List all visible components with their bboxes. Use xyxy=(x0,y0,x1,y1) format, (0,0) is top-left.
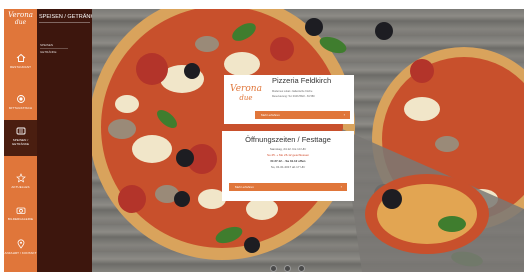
brand-logo[interactable]: Verona due xyxy=(6,11,35,33)
rail-item-label: Aktuelles xyxy=(11,185,30,189)
brand-name: Verona xyxy=(8,11,33,19)
button-label: Mehr erfahren xyxy=(235,185,254,189)
slider-dot[interactable] xyxy=(298,265,305,272)
icon-rail: Verona due Restaurant Mittagstisch Speis… xyxy=(4,9,37,272)
hours-line-open: Di 27.12. - Sa 31.12 offen xyxy=(270,159,306,163)
more-button-pizzeria[interactable]: Mehr erfahren › xyxy=(255,111,350,119)
hours-line: So, 01.01.2017 ab 17 Uhr xyxy=(270,165,306,169)
hours-line: Samstag, 24.12. bis 14 Uhr xyxy=(269,147,307,151)
rail-item-label: Restaurant xyxy=(9,65,32,69)
page: Verona due Restaurant Mittagstisch Speis… xyxy=(0,0,528,277)
submenu-panel: SPEISEN / GETRÄNKE SPEISEN GETRÄNKE xyxy=(37,9,98,272)
rail-item-label: Bildergalerie xyxy=(7,217,34,221)
card-title: Öffnungszeiten / Festtage xyxy=(245,135,331,144)
submenu-link-getraenke[interactable]: GETRÄNKE xyxy=(40,50,57,54)
pin-icon xyxy=(17,239,24,249)
rail-item-speisen[interactable]: Speisen / Getränke xyxy=(4,120,37,156)
rail-item-label: Mittagstisch xyxy=(8,106,33,110)
hours-line-closed: So 25. + Mo 26.12 geschlossen xyxy=(266,153,310,157)
menu-icon xyxy=(16,127,25,135)
rail-item-restaurant[interactable]: Restaurant xyxy=(4,47,37,83)
card-logo: Verona due xyxy=(227,84,265,108)
card-tagline: Modernes Lokal • Italienische Küche xyxy=(272,90,313,93)
rail-item-bildergalerie[interactable]: Bildergalerie xyxy=(4,199,37,235)
panel-title: SPEISEN / GETRÄNKE xyxy=(39,14,98,20)
submenu-link-speisen[interactable]: SPEISEN xyxy=(40,43,53,47)
button-label: Mehr erfahren xyxy=(261,113,280,117)
card-logo-suffix: due xyxy=(239,94,253,102)
panel-divider xyxy=(39,22,90,23)
slider-dot[interactable] xyxy=(270,265,277,272)
rail-item-aktuelles[interactable]: Aktuelles xyxy=(4,167,37,203)
star-icon xyxy=(15,173,26,183)
chevron-right-icon: › xyxy=(340,184,342,189)
rail-item-mittagstisch[interactable]: Mittagstisch xyxy=(4,88,37,124)
info-card-hours: Öffnungszeiten / Festtage Samstag, 24.12… xyxy=(222,131,354,201)
info-card-pizzeria: Verona due Pizzeria Feldkirch Modernes L… xyxy=(224,75,354,124)
rail-item-anfahrt[interactable]: Anfahrt / Kontakt xyxy=(4,233,37,269)
more-button-hours[interactable]: Mehr erfahren › xyxy=(229,183,347,191)
plate-icon xyxy=(16,95,25,103)
slider-dot[interactable] xyxy=(284,265,291,272)
card-logo-name: Verona xyxy=(230,84,262,94)
card-title: Pizzeria Feldkirch xyxy=(272,76,332,85)
chevron-right-icon: › xyxy=(343,112,345,117)
brand-suffix: due xyxy=(14,19,27,26)
rail-item-label: Anfahrt / Kontakt xyxy=(4,251,37,255)
submenu-divider xyxy=(40,48,68,49)
camera-icon xyxy=(16,207,25,214)
rail-item-label: Speisen / Getränke xyxy=(11,138,30,146)
home-icon xyxy=(16,53,25,62)
card-phone: Reservierung: Tel. 0043-5522 - 81 580 xyxy=(272,95,315,98)
